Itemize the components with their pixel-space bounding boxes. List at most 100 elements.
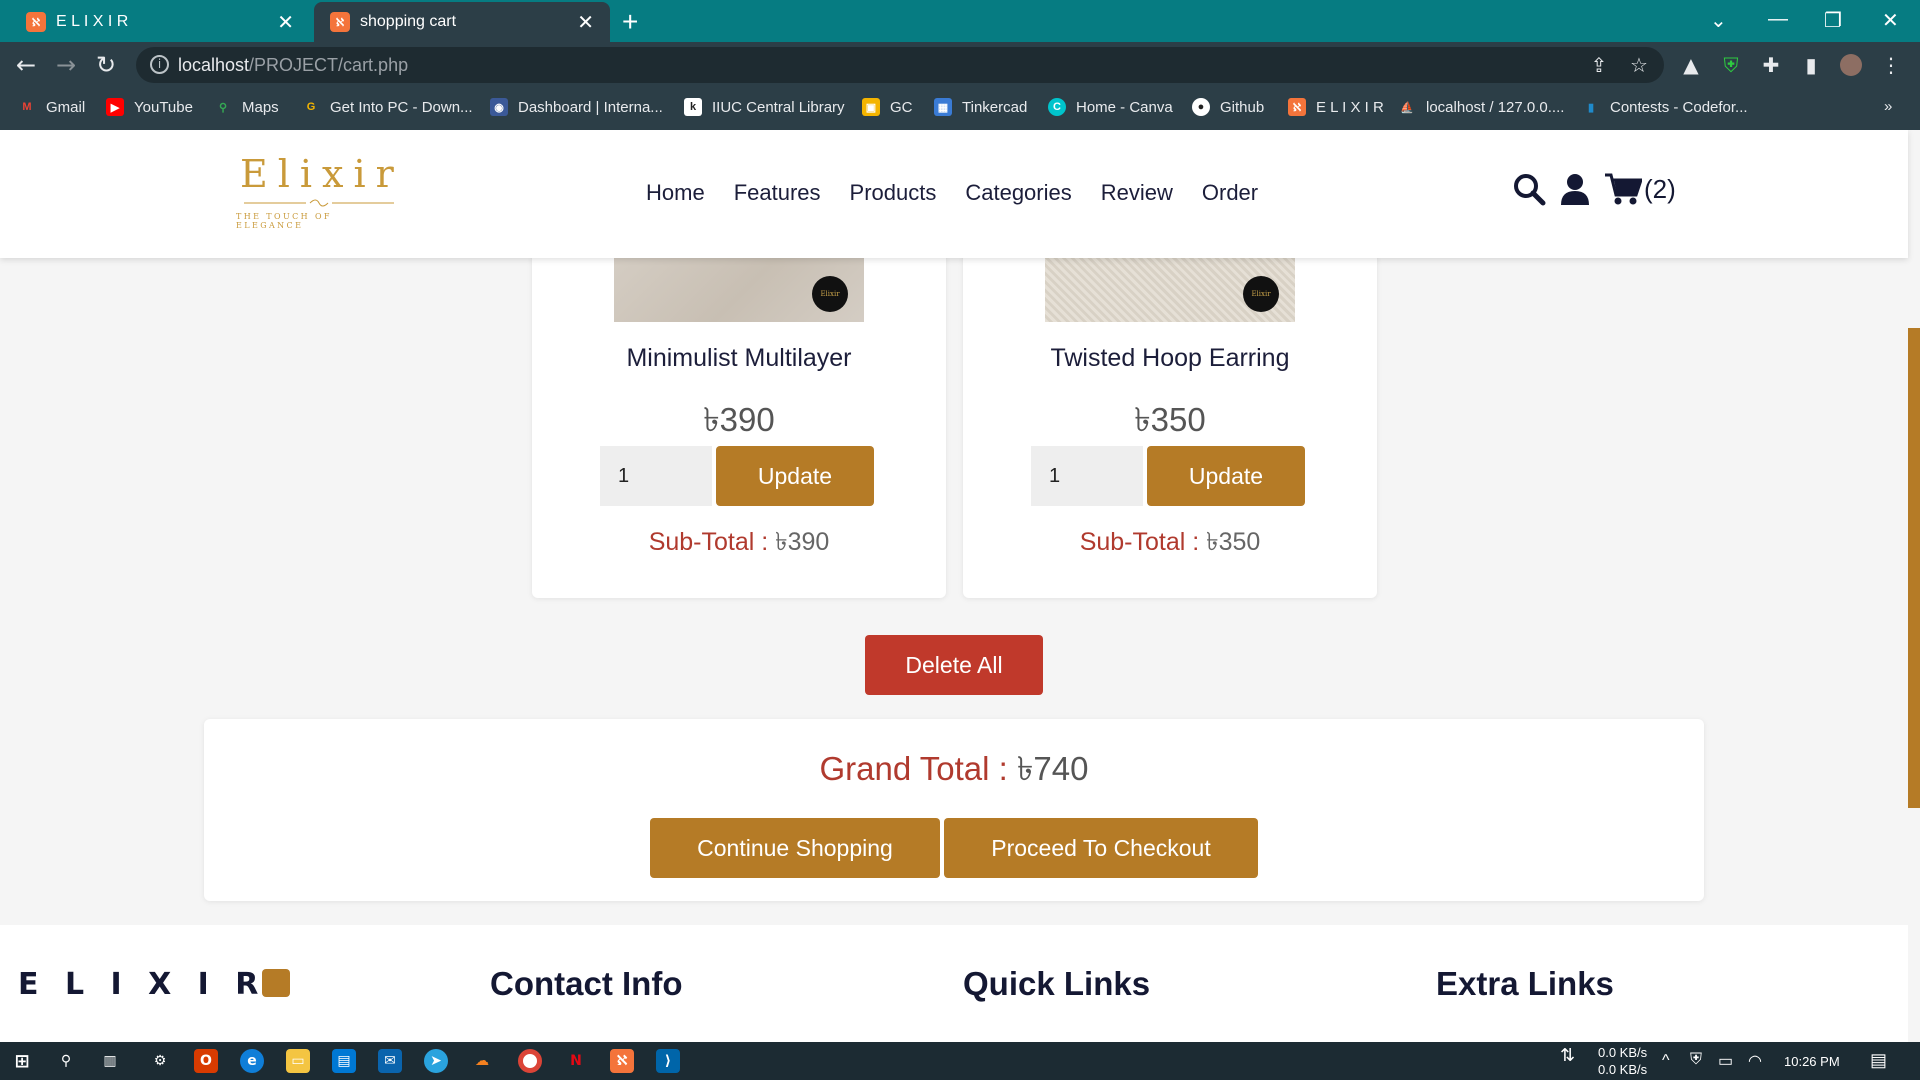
windows-start-icon[interactable]: ⊞ — [10, 1049, 34, 1073]
net-up-speed: 0.0 KB/s — [1598, 1062, 1648, 1077]
search-icon[interactable] — [1512, 172, 1546, 206]
browser-tab-elixir[interactable]: ℵ E L I X I R ✕ — [10, 2, 310, 42]
canva-icon: C — [1048, 98, 1066, 116]
close-tab-icon[interactable]: ✕ — [577, 10, 594, 35]
browser-tab-shopping-cart[interactable]: ℵ shopping cart ✕ — [314, 2, 610, 42]
new-tab-button[interactable]: + — [622, 6, 638, 38]
footer-heading-quick-links: Quick Links — [963, 965, 1151, 1002]
url-text[interactable]: localhost/PROJECT/cart.php — [178, 55, 408, 76]
extension-shield-icon[interactable]: ⛨ — [1720, 54, 1742, 76]
logo-tagline: THE TOUCH OF ELEGANCE — [236, 212, 332, 230]
bookmark-iiuc-library[interactable]: k IIUC Central Library — [684, 98, 845, 116]
forward-icon[interactable]: → — [56, 51, 76, 79]
menu-kebab-icon[interactable]: ⋮ — [1880, 54, 1902, 76]
product-price: ৳390 — [703, 401, 775, 438]
tinkercad-icon: ▦ — [934, 98, 952, 116]
subtotal-label: Sub-Total : — [648, 528, 776, 556]
show-hidden-icons-chevron[interactable]: ^ — [1662, 1052, 1670, 1070]
bookmark-localhost[interactable]: ⛵ localhost / 127.0.0.... — [1398, 98, 1564, 116]
xampp-icon: ℵ — [26, 12, 46, 32]
bookmark-github[interactable]: ● Github — [1192, 98, 1264, 116]
product-price: ৳350 — [1134, 401, 1206, 438]
office-icon[interactable]: O — [194, 1049, 218, 1073]
bookmark-elixir[interactable]: ℵE L I X I R — [1288, 98, 1384, 116]
bookmark-label: Maps — [242, 98, 279, 116]
back-icon[interactable]: ← — [16, 51, 36, 79]
close-window-icon[interactable]: ✕ — [1882, 8, 1899, 33]
bookmark-codeforces[interactable]: ▮ Contests - Codefor... — [1582, 98, 1748, 116]
update-button[interactable]: Update — [1147, 446, 1305, 506]
cart-icon[interactable] — [1604, 172, 1642, 206]
library-icon: k — [684, 98, 702, 116]
close-tab-icon[interactable]: ✕ — [277, 10, 294, 35]
battery-icon[interactable]: ▭ — [1718, 1051, 1733, 1071]
cart-count[interactable]: (2) — [1644, 174, 1676, 205]
bookmark-label: Dashboard | Interna... — [518, 98, 663, 116]
wifi-icon[interactable]: ◠ — [1748, 1051, 1762, 1071]
side-panel-icon[interactable]: ▮ — [1800, 54, 1822, 76]
site-logo[interactable]: Elixir THE TOUCH OF ELEGANCE — [236, 152, 404, 230]
bookmarks-bar: M Gmail ▶ YouTube ⚲ Maps G Get Into PC - Dow… — [0, 88, 1920, 130]
reload-icon[interactable]: ↻ — [96, 51, 116, 79]
bookmark-star-icon[interactable]: ☆ — [1628, 54, 1650, 76]
footer-heading-contact: Contact Info — [490, 965, 683, 1002]
footer-brand: E L I X I R — [18, 967, 291, 1002]
bookmark-youtube[interactable]: ▶ YouTube — [106, 98, 193, 116]
user-icon[interactable] — [1558, 172, 1592, 206]
continue-shopping-button[interactable]: Continue Shopping — [650, 818, 940, 878]
search-icon[interactable]: ⚲ — [54, 1049, 78, 1073]
minimize-icon[interactable]: — — [1768, 8, 1788, 31]
quantity-input[interactable] — [1031, 446, 1143, 506]
bookmark-gmail[interactable]: M Gmail — [18, 98, 85, 116]
telegram-icon[interactable]: ➤ — [424, 1049, 448, 1073]
nav-review[interactable]: Review — [1101, 180, 1173, 206]
site-info-icon[interactable]: i — [150, 55, 169, 74]
quantity-input[interactable] — [600, 446, 712, 506]
bookmark-canva[interactable]: C Home - Canva — [1048, 98, 1173, 116]
file-explorer-icon[interactable]: ▭ — [286, 1049, 310, 1073]
update-button[interactable]: Update — [716, 446, 874, 506]
tab-search-icon[interactable]: ⌄ — [1710, 8, 1727, 33]
xampp-icon[interactable]: ℵ — [610, 1049, 634, 1073]
edge-icon[interactable]: e — [240, 1049, 264, 1073]
delete-all-button[interactable]: Delete All — [865, 635, 1043, 695]
windows-taskbar: ⊞ ⚲ ▥ ⚙ O e ▭ ▤ ✉ ➤ ☁ N ℵ ⟩ ⇅ 0.0 KB/s 0… — [0, 1042, 1920, 1080]
page-scrollbar[interactable] — [1908, 130, 1920, 1042]
clock-time[interactable]: 10:26 PM — [1784, 1054, 1840, 1069]
vscode-icon[interactable]: ⟩ — [656, 1049, 680, 1073]
share-icon[interactable]: ⇪ — [1588, 54, 1610, 76]
nav-categories[interactable]: Categories — [965, 180, 1071, 206]
extension-drive-icon[interactable]: ▲ — [1680, 54, 1702, 76]
nav-order[interactable]: Order — [1202, 180, 1258, 206]
nav-home[interactable]: Home — [646, 180, 705, 206]
settings-gear-icon[interactable]: ⚙ — [148, 1049, 172, 1073]
bookmark-label: Github — [1220, 98, 1265, 116]
grand-total-value: ৳740 — [1017, 750, 1089, 787]
subtotal-value: ৳350 — [1206, 528, 1261, 556]
bookmark-maps[interactable]: ⚲ Maps — [214, 98, 279, 116]
cloud-app-icon[interactable]: ☁ — [470, 1049, 494, 1073]
more-bookmarks-button[interactable]: » — [1884, 98, 1892, 115]
chrome-icon[interactable] — [518, 1049, 542, 1073]
maps-icon: ⚲ — [218, 101, 228, 114]
mail-icon[interactable]: ✉ — [378, 1049, 402, 1073]
profile-avatar[interactable] — [1840, 54, 1862, 76]
bookmark-gc[interactable]: ▣ GC — [862, 98, 913, 116]
nav-features[interactable]: Features — [734, 180, 821, 206]
bookmark-tinkercad[interactable]: ▦ Tinkercad — [934, 98, 1027, 116]
notifications-icon[interactable]: ▤ — [1870, 1050, 1887, 1071]
proceed-to-checkout-button[interactable]: Proceed To Checkout — [944, 818, 1258, 878]
nav-products[interactable]: Products — [850, 180, 937, 206]
url-bar[interactable]: i localhost/PROJECT/cart.php ⇪ ☆ — [136, 47, 1664, 83]
extensions-puzzle-icon[interactable]: ✚ — [1760, 54, 1782, 76]
bookmark-getintopc[interactable]: G Get Into PC - Down... — [302, 98, 473, 116]
defender-shield-icon[interactable]: ⛨ — [1690, 1051, 1702, 1069]
url-host: localhost — [178, 55, 250, 75]
bookmark-dashboard[interactable]: ◉ Dashboard | Interna... — [490, 98, 663, 116]
bookmark-label: localhost / 127.0.0.... — [1426, 98, 1565, 116]
scrollbar-thumb[interactable] — [1908, 328, 1920, 808]
store-icon[interactable]: ▤ — [332, 1049, 356, 1073]
task-view-icon[interactable]: ▥ — [98, 1049, 122, 1073]
netflix-icon[interactable]: N — [564, 1049, 588, 1073]
restore-icon[interactable]: ❐ — [1824, 8, 1842, 33]
